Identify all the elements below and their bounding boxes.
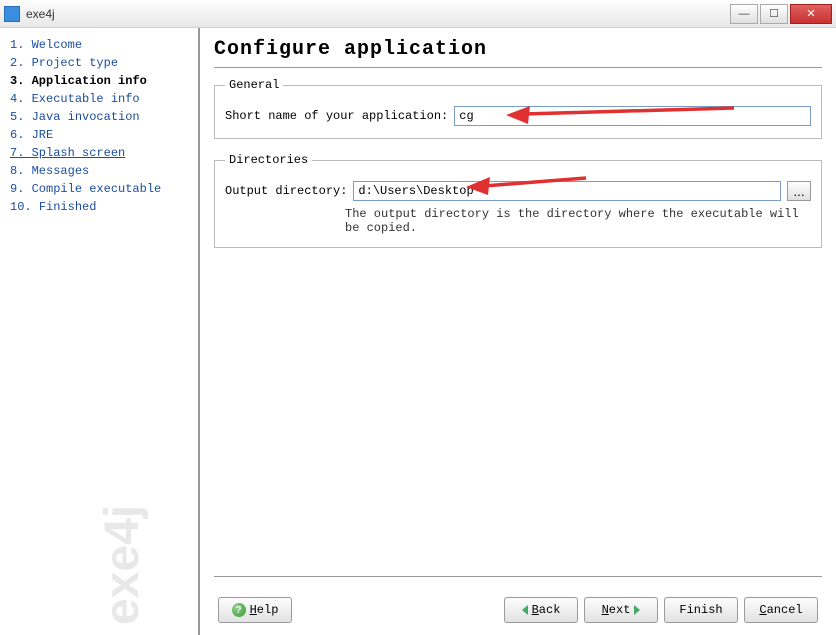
step-messages[interactable]: 8. Messages (10, 162, 188, 180)
chevron-left-icon (522, 605, 528, 615)
footer-separator (214, 576, 822, 577)
wizard-content: Configure application General Short name… (200, 28, 836, 635)
window-titlebar: exe4j — ☐ ✕ (0, 0, 836, 28)
wizard-sidebar: 1. Welcome 2. Project type 3. Applicatio… (0, 28, 200, 635)
app-icon (4, 6, 20, 22)
sidebar-watermark: exe4j (95, 505, 150, 625)
directories-fieldset: Directories Output directory: ... The ou… (214, 153, 822, 248)
short-name-label: Short name of your application: (225, 109, 448, 123)
step-finished[interactable]: 10. Finished (10, 198, 188, 216)
step-welcome[interactable]: 1. Welcome (10, 36, 188, 54)
window-controls: — ☐ ✕ (730, 4, 832, 24)
step-executable-info[interactable]: 4. Executable info (10, 90, 188, 108)
back-button[interactable]: Back (504, 597, 578, 623)
help-icon: ? (232, 603, 246, 617)
window-maximize-button[interactable]: ☐ (760, 4, 788, 24)
output-dir-label: Output directory: (225, 184, 347, 198)
cancel-button[interactable]: Cancel (744, 597, 818, 623)
general-legend: General (225, 78, 283, 92)
step-compile-executable[interactable]: 9. Compile executable (10, 180, 188, 198)
output-dir-input[interactable] (353, 181, 781, 201)
window-close-button[interactable]: ✕ (790, 4, 832, 24)
next-button[interactable]: Next (584, 597, 658, 623)
window-title: exe4j (26, 7, 730, 21)
step-application-info[interactable]: 3. Application info (10, 72, 188, 90)
wizard-footer: ? Help Back Next Finish Cancel (214, 587, 822, 635)
step-jre[interactable]: 6. JRE (10, 126, 188, 144)
finish-button[interactable]: Finish (664, 597, 738, 623)
step-project-type[interactable]: 2. Project type (10, 54, 188, 72)
output-dir-browse-button[interactable]: ... (787, 181, 811, 201)
page-title: Configure application (214, 38, 822, 61)
general-fieldset: General Short name of your application: (214, 78, 822, 139)
short-name-input[interactable] (454, 106, 811, 126)
directories-legend: Directories (225, 153, 312, 167)
title-separator (214, 67, 822, 68)
step-splash-screen[interactable]: 7. Splash screen (10, 144, 188, 162)
window-minimize-button[interactable]: — (730, 4, 758, 24)
chevron-right-icon (634, 605, 640, 615)
step-java-invocation[interactable]: 5. Java invocation (10, 108, 188, 126)
output-dir-hint: The output directory is the directory wh… (225, 201, 811, 235)
help-button[interactable]: ? Help (218, 597, 292, 623)
